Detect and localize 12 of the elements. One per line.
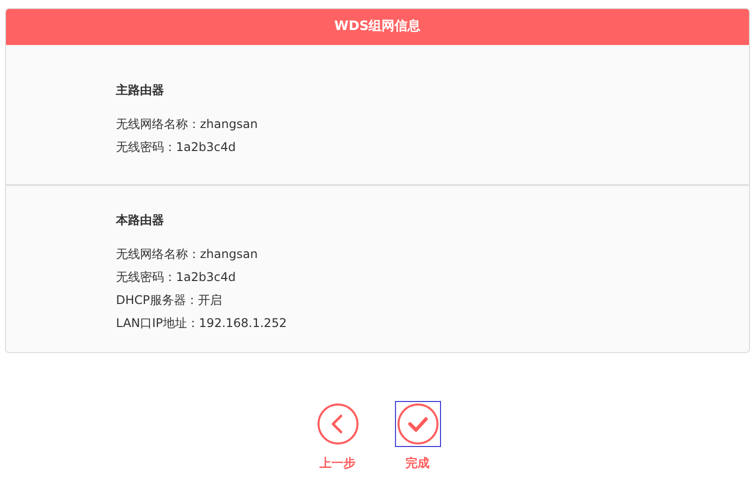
section-heading: 本路由器 [116,212,164,229]
info-line: LAN口IP地址：192.168.1.252 [116,316,287,330]
info-line: 无线网络名称：zhangsan [116,247,258,261]
info-line: DHCP服务器：开启 [116,293,222,307]
section-heading: 主路由器 [116,82,164,99]
back-icon [316,403,358,445]
info-line: 无线密码：1a2b3c4d [116,270,236,284]
back-button[interactable]: 上一步 [314,401,360,472]
info-line: 无线网络名称：zhangsan [116,117,258,131]
panel-title: WDS组网信息 [6,9,749,45]
checkmark-icon [396,403,438,445]
info-line: 无线密码：1a2b3c4d [116,140,236,154]
